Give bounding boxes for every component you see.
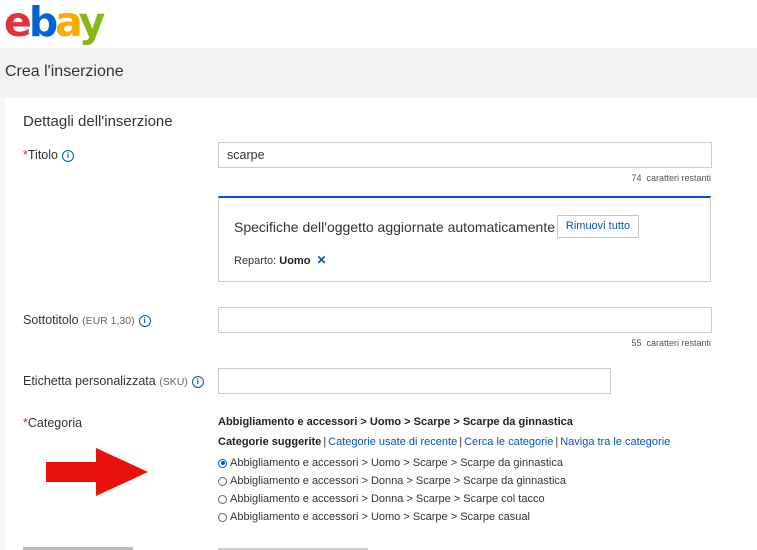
page-title: Crea l'inserzione: [5, 63, 124, 80]
red-arrow-annotation: [46, 448, 148, 496]
tab-search-categories[interactable]: Cerca le categorie: [464, 436, 553, 448]
tab-recent-categories[interactable]: Categorie usate di recente: [328, 436, 457, 448]
ebay-logo[interactable]: ebay: [4, 0, 105, 46]
radio[interactable]: [218, 494, 227, 504]
info-icon[interactable]: i: [138, 315, 151, 327]
department-specific: Reparto: Uomo ✕: [234, 253, 327, 267]
subtitle-input[interactable]: [218, 307, 712, 333]
title-input[interactable]: [218, 142, 712, 168]
category-option[interactable]: Abbigliamento e accessori > Donna > Scar…: [218, 475, 566, 487]
top-bar: ebay: [0, 0, 757, 48]
subtitle-label: Sottotitolo (EUR 1,30) i: [23, 313, 151, 327]
sku-input[interactable]: [218, 368, 611, 394]
sku-label: Etichetta personalizzata (SKU) i: [23, 374, 204, 388]
info-icon[interactable]: i: [61, 150, 74, 162]
specifics-heading: Specifiche dell'oggetto aggiornate autom…: [234, 219, 555, 235]
category-option[interactable]: Abbigliamento e accessori > Uomo > Scarp…: [218, 511, 530, 523]
arrow-icon: [46, 448, 148, 496]
selected-category-path: Abbigliamento e accessori > Uomo > Scarp…: [218, 416, 573, 428]
category-option[interactable]: Abbigliamento e accessori > Uomo > Scarp…: [218, 457, 563, 469]
category-label: *Categoria: [23, 416, 83, 430]
title-char-counter: 74 caratteri restanti: [631, 173, 711, 183]
category-tabs: Categorie suggerite | Categorie usate di r…: [218, 436, 671, 448]
radio-selected[interactable]: [218, 458, 227, 468]
subtitle-char-counter: 55 caratteri restanti: [631, 338, 711, 348]
next-field-label-cutoff: [23, 543, 143, 550]
remove-department-icon[interactable]: ✕: [316, 253, 326, 267]
page-header: Crea l'inserzione: [0, 48, 757, 98]
next-field-value-cutoff: [218, 546, 368, 550]
info-icon[interactable]: i: [191, 376, 204, 388]
item-specifics-box: [218, 196, 711, 282]
radio[interactable]: [218, 512, 227, 522]
remove-all-button[interactable]: Rimuovi tutto: [557, 215, 639, 238]
title-label: *Titolo i: [23, 148, 74, 162]
tab-suggested-categories[interactable]: Categorie suggerite: [218, 436, 321, 448]
radio[interactable]: [218, 476, 227, 486]
section-title: Dettagli dell'inserzione: [23, 113, 173, 130]
category-option[interactable]: Abbigliamento e accessori > Donna > Scar…: [218, 493, 545, 505]
tab-browse-categories[interactable]: Naviga tra le categorie: [560, 436, 670, 448]
